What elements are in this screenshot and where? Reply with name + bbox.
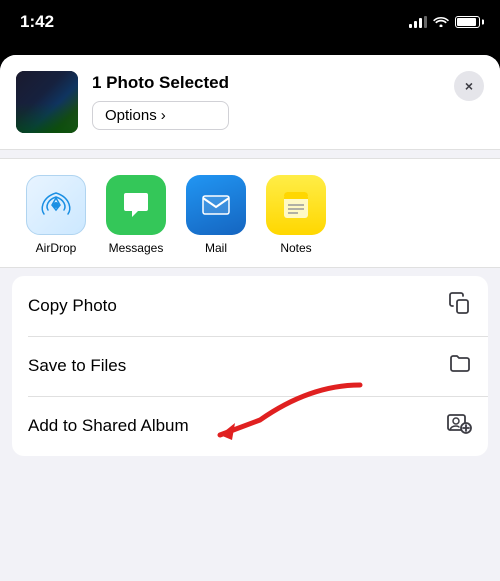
- app-item-airdrop[interactable]: AirDrop: [16, 175, 96, 255]
- sheet-header: 1 Photo Selected Options › ×: [0, 55, 500, 150]
- airdrop-icon: [26, 175, 86, 235]
- notes-icon: [266, 175, 326, 235]
- app-item-mail[interactable]: Mail: [176, 175, 256, 255]
- status-icons: [409, 15, 480, 30]
- save-to-files-icon: [448, 351, 472, 381]
- header-left: 1 Photo Selected Options ›: [16, 71, 229, 133]
- copy-photo-label: Copy Photo: [28, 296, 117, 316]
- messages-label: Messages: [109, 241, 164, 255]
- status-bar: 1:42: [0, 0, 500, 40]
- action-list: Copy Photo Save to Files Add to Shared A…: [12, 276, 488, 456]
- photo-count: 1 Photo Selected: [92, 73, 229, 93]
- save-to-files-label: Save to Files: [28, 356, 126, 376]
- mail-label: Mail: [205, 241, 227, 255]
- status-time: 1:42: [20, 12, 54, 32]
- add-shared-album-icon: [446, 411, 472, 441]
- apps-section: AirDrop Messages: [0, 158, 500, 268]
- battery-icon: [455, 16, 480, 28]
- app-item-messages[interactable]: Messages: [96, 175, 176, 255]
- mail-icon: [186, 175, 246, 235]
- share-sheet: 1 Photo Selected Options › ×: [0, 55, 500, 581]
- options-button[interactable]: Options ›: [92, 101, 229, 130]
- save-to-files-item[interactable]: Save to Files: [12, 336, 488, 396]
- notes-label: Notes: [280, 241, 311, 255]
- close-button[interactable]: ×: [454, 71, 484, 101]
- photo-thumbnail: [16, 71, 78, 133]
- copy-photo-icon: [448, 291, 472, 321]
- signal-icon: [409, 16, 427, 28]
- messages-icon: [106, 175, 166, 235]
- header-info: 1 Photo Selected Options ›: [92, 71, 229, 130]
- airdrop-label: AirDrop: [36, 241, 77, 255]
- add-shared-album-label: Add to Shared Album: [28, 416, 189, 436]
- wifi-icon: [433, 15, 449, 30]
- apps-row: AirDrop Messages: [0, 175, 500, 255]
- app-item-notes[interactable]: Notes: [256, 175, 336, 255]
- add-shared-album-item[interactable]: Add to Shared Album: [12, 396, 488, 456]
- copy-photo-item[interactable]: Copy Photo: [12, 276, 488, 336]
